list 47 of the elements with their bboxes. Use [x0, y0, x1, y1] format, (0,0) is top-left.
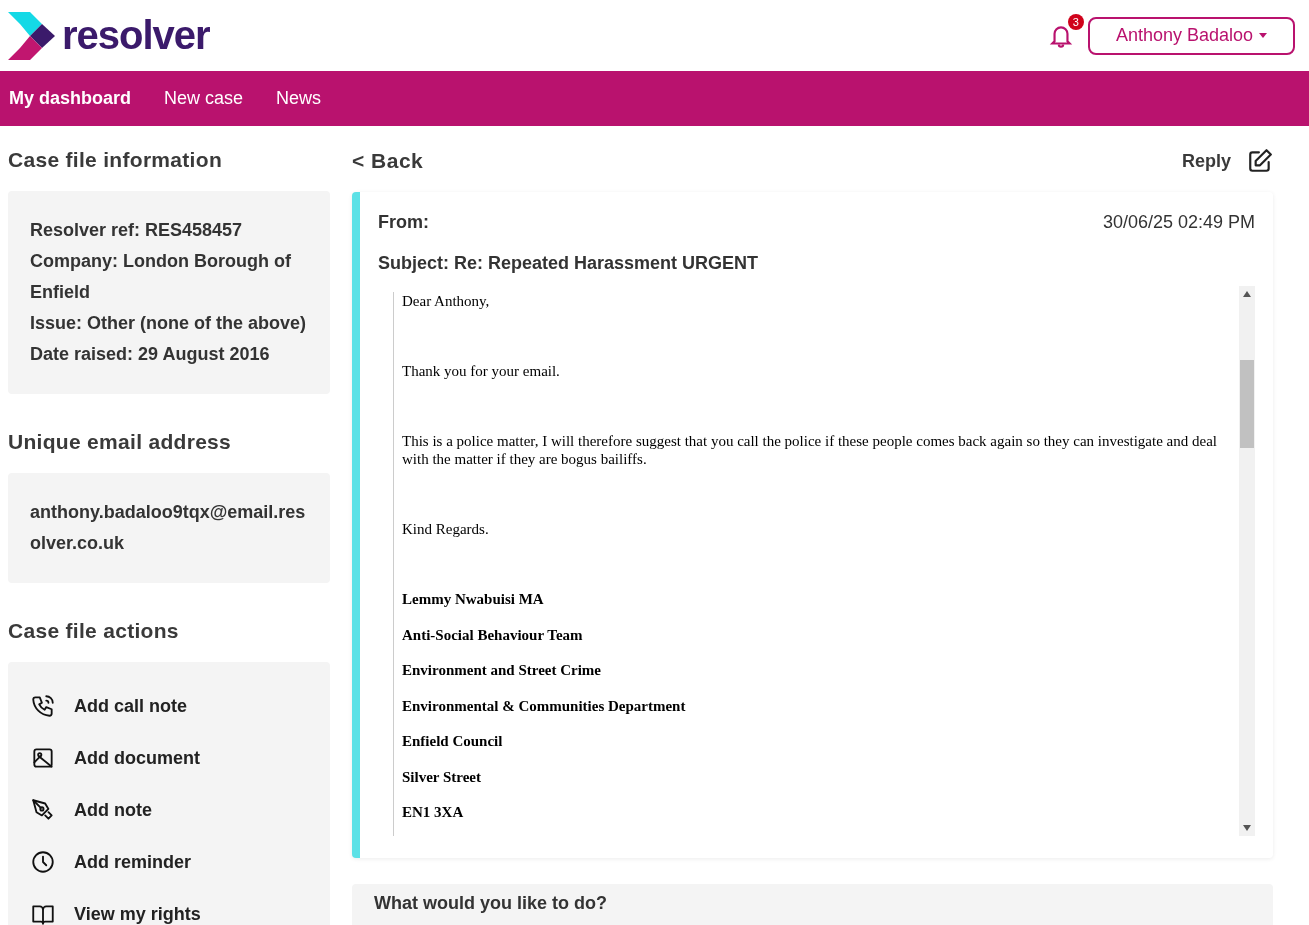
action-button[interactable]: Add reminder [30, 836, 192, 888]
action-button[interactable]: Add call note [30, 680, 187, 732]
case-info-line: Company: London Borough of Enfield [30, 250, 292, 304]
pen-icon [30, 797, 56, 823]
phone-icon [30, 693, 56, 719]
body-paragraph: This is a police matter, I will therefore suggest that you call the police if these people comes back again so they can investigate and deal with the matter if they are bogus bailiffs. [402, 432, 1218, 468]
body-paragraph: Thank you for your email. [402, 362, 561, 380]
nav-link[interactable]: New case [164, 88, 244, 109]
nav-link[interactable]: My dashboard [9, 88, 132, 109]
section-title: Case file actions [8, 619, 180, 643]
action-button[interactable]: View my rights [30, 888, 201, 925]
scrollbar[interactable] [1239, 286, 1255, 836]
reply-button[interactable]: Reply [1181, 148, 1273, 174]
logo-icon [8, 11, 56, 60]
signature-line: Environment and Street Crime [402, 661, 602, 679]
edit-icon [1247, 148, 1273, 174]
section-title: Case file information [8, 148, 223, 172]
body-paragraph: Dear Anthony, [402, 292, 491, 310]
case-info-line: Resolver ref: RES458457 [30, 219, 244, 242]
nav-link[interactable]: News [276, 88, 322, 109]
signature-line: Enfield Council [402, 732, 504, 750]
email-address: anthony.badaloo9tqx@email.resolver.co.uk [30, 501, 307, 555]
panel-title: What would you like to do? [374, 893, 608, 914]
case-info-line: Issue: Other (none of the above) [30, 312, 308, 335]
user-menu-button[interactable]: Anthony Badaloo [1087, 16, 1295, 55]
signature-line: Lemmy Nwabuisi MA [402, 590, 545, 608]
logo-text: resolver [62, 13, 210, 58]
signature-line: Silver Street [402, 767, 482, 786]
action-button[interactable]: Add document [30, 732, 200, 784]
section-title: Unique email address [8, 430, 233, 454]
caret-icon [1259, 33, 1267, 38]
body-paragraph: Kind Regards. [402, 520, 490, 538]
signature-line: Anti-Social Behaviour Team [402, 625, 584, 644]
from-label: From: [378, 212, 429, 233]
message-date: 30/06/25 02:49 PM [1102, 212, 1255, 233]
signature-line: Environmental & Communities Department [402, 696, 687, 715]
scroll-thumb[interactable] [1240, 360, 1254, 448]
back-link[interactable]: < Back [352, 149, 424, 173]
case-info-line: Date raised: 29 August 2016 [30, 343, 271, 366]
notification-count: 3 [1067, 13, 1084, 30]
image-icon [30, 745, 56, 771]
scroll-down-icon [1243, 825, 1251, 831]
message-subject: Subject: Re: Repeated Harassment URGENT [378, 253, 760, 274]
scroll-up-icon [1243, 291, 1251, 297]
action-button[interactable]: Add note [30, 784, 152, 836]
signature-line: EN1 3XA [402, 803, 465, 821]
clock-icon [30, 849, 56, 875]
